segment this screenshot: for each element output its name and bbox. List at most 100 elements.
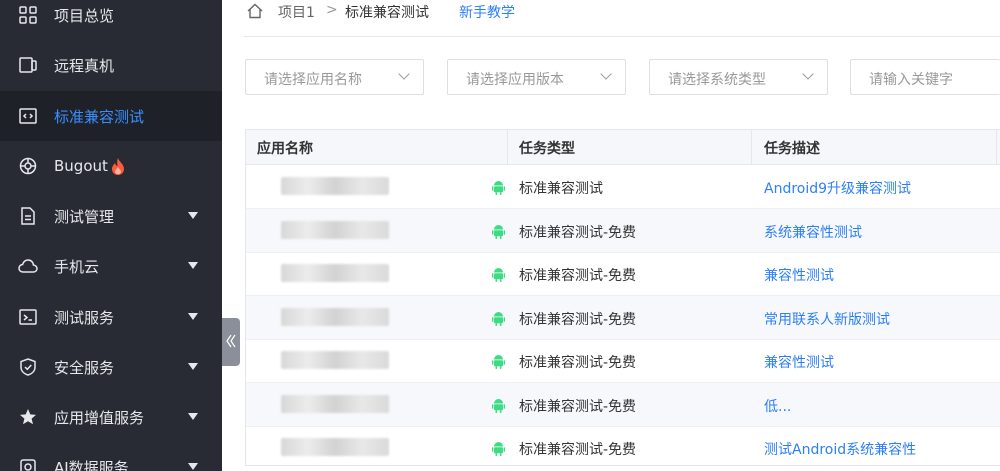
table-row[interactable]: 标准兼容测试-免费 测试Android系统兼容性	[246, 426, 1000, 465]
bug-icon	[18, 156, 38, 176]
sidebar-item-test-management[interactable]: 测试管理	[0, 191, 222, 241]
beginner-tutorial-link[interactable]: 新手教学	[459, 2, 515, 22]
table-row[interactable]: 标准兼容测试 Android9升级兼容测试	[246, 165, 1000, 209]
sidebar-item-app-value-added[interactable]: 应用增值服务	[0, 392, 222, 442]
header-divider	[244, 36, 1000, 37]
sidebar-item-label: 标准兼容测试	[54, 107, 145, 126]
app-name-placeholder: 请选择应用名称	[264, 72, 362, 88]
task-desc-link[interactable]: 系统兼容性测试	[764, 222, 862, 242]
cloud-icon	[18, 256, 38, 276]
table-header: 应用名称 任务类型 任务描述	[246, 130, 1000, 165]
app-name-redacted	[281, 438, 389, 456]
task-table: 应用名称 任务类型 任务描述 标准兼容测试 Android9升级兼容测试 标准兼…	[245, 129, 1000, 466]
sidebar: 项目总览 远程真机 标准兼容测试 Bugout 测试管理 手机云 测试服务 安全…	[0, 0, 222, 471]
task-type: 标准兼容测试-免费	[519, 312, 637, 328]
home-icon[interactable]	[246, 3, 264, 23]
caret-down-icon	[188, 363, 198, 370]
system-type-placeholder: 请选择系统类型	[668, 72, 766, 88]
device-icon	[18, 55, 38, 75]
table-row[interactable]: 标准兼容测试-免费 兼容性测试	[246, 252, 1000, 296]
grid-icon	[18, 5, 38, 25]
android-icon	[492, 354, 505, 373]
sidebar-item-label: 手机云	[54, 257, 100, 276]
chevron-down-icon	[802, 68, 814, 80]
sidebar-collapse-handle[interactable]	[222, 318, 240, 366]
caret-down-icon	[188, 313, 198, 320]
chevron-down-icon	[398, 68, 410, 80]
android-icon	[492, 311, 505, 330]
sidebar-item-label: 安全服务	[54, 358, 115, 377]
keyword-placeholder: 请输入关键字	[869, 72, 953, 88]
breadcrumb-project[interactable]: 项目1	[278, 2, 315, 22]
system-type-select[interactable]: 请选择系统类型	[649, 59, 828, 95]
sidebar-item-label: 应用增值服务	[54, 408, 145, 427]
sidebar-item-security-services[interactable]: 安全服务	[0, 342, 222, 392]
column-divider	[996, 130, 997, 164]
sidebar-item-test-services[interactable]: 测试服务	[0, 292, 222, 342]
chevron-down-icon	[600, 68, 612, 80]
android-icon	[492, 441, 505, 460]
android-icon	[492, 267, 505, 286]
caret-down-icon	[188, 463, 198, 470]
sidebar-item-label: 测试管理	[54, 207, 115, 226]
column-divider	[751, 130, 752, 164]
task-desc-link[interactable]: 兼容性测试	[764, 265, 834, 285]
sidebar-item-label: Bugout	[54, 157, 108, 175]
shield-icon	[18, 357, 38, 377]
task-desc-link[interactable]: 常用联系人新版测试	[764, 309, 890, 329]
sidebar-item-label: AI数据服务	[54, 458, 129, 471]
sidebar-item-label: 项目总览	[54, 6, 115, 25]
app-name-select[interactable]: 请选择应用名称	[245, 59, 424, 95]
ai-icon	[18, 457, 38, 471]
task-type: 标准兼容测试-免费	[519, 355, 637, 371]
table-row[interactable]: 标准兼容测试-免费 系统兼容性测试	[246, 209, 1000, 253]
flame-icon	[111, 158, 125, 179]
sidebar-item-label: 测试服务	[54, 308, 115, 327]
task-desc-link[interactable]: 低...	[764, 396, 791, 416]
table-row[interactable]: 标准兼容测试-免费 兼容性测试	[246, 339, 1000, 383]
terminal-icon	[18, 307, 38, 327]
app-version-placeholder: 请选择应用版本	[466, 72, 564, 88]
android-icon	[492, 224, 505, 243]
sidebar-item-ai-data-services[interactable]: AI数据服务	[0, 442, 222, 471]
task-desc-link[interactable]: 兼容性测试	[764, 352, 834, 372]
task-type: 标准兼容测试-免费	[519, 268, 637, 284]
app-name-redacted	[281, 221, 389, 239]
double-chevron-left-icon	[226, 334, 236, 351]
task-type: 标准兼容测试-免费	[519, 225, 637, 241]
star-icon	[18, 407, 38, 427]
android-icon	[492, 180, 505, 199]
task-desc-link[interactable]: Android9升级兼容测试	[764, 178, 911, 198]
task-type: 标准兼容测试-免费	[519, 442, 637, 458]
sidebar-item-standard-compat-test[interactable]: 标准兼容测试	[0, 91, 222, 141]
app-name-redacted	[281, 177, 389, 195]
column-header-app-name: 应用名称	[257, 141, 313, 157]
caret-down-icon	[188, 413, 198, 420]
sidebar-item-bugout[interactable]: Bugout	[0, 141, 222, 191]
task-desc-link[interactable]: 测试Android系统兼容性	[764, 439, 916, 459]
keyword-input[interactable]: 请输入关键字	[850, 59, 1000, 95]
app-name-redacted	[281, 351, 389, 369]
column-header-task-desc: 任务描述	[764, 141, 820, 157]
sidebar-item-label: 远程真机	[54, 56, 115, 75]
table-row[interactable]: 标准兼容测试-免费 常用联系人新版测试	[246, 296, 1000, 340]
caret-down-icon	[188, 212, 198, 219]
sidebar-item-phone-cloud[interactable]: 手机云	[0, 241, 222, 291]
code-window-icon	[18, 106, 38, 126]
task-type: 标准兼容测试	[519, 181, 603, 197]
breadcrumb-separator: >	[326, 2, 338, 18]
breadcrumb-current: 标准兼容测试	[345, 5, 429, 21]
android-icon	[492, 398, 505, 417]
document-icon	[18, 206, 38, 226]
app-name-redacted	[281, 395, 389, 413]
table-row[interactable]: 标准兼容测试-免费 低...	[246, 383, 1000, 427]
column-header-task-type: 任务类型	[519, 141, 575, 157]
caret-down-icon	[188, 262, 198, 269]
app-name-redacted	[281, 308, 389, 326]
sidebar-item-overview[interactable]: 项目总览	[0, 0, 222, 40]
app-version-select[interactable]: 请选择应用版本	[447, 59, 626, 95]
sidebar-item-remote-device[interactable]: 远程真机	[0, 40, 222, 90]
column-divider	[507, 130, 508, 164]
task-type: 标准兼容测试-免费	[519, 399, 637, 415]
app-name-redacted	[281, 264, 389, 282]
